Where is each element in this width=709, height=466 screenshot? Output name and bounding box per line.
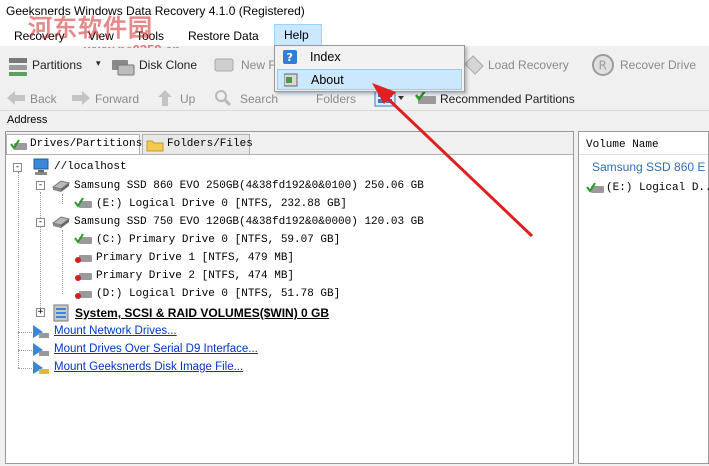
annotation-arrow — [372, 83, 534, 238]
